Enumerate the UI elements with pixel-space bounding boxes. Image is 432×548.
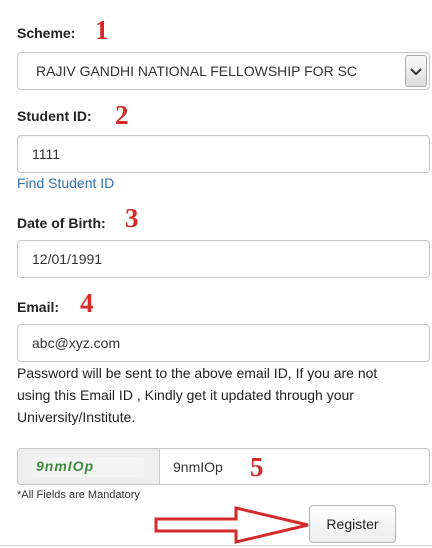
annotation-number-2: 2: [115, 100, 129, 130]
captcha-group: 9nmIOp 9nmIOp: [17, 448, 430, 485]
email-help-text: Password will be sent to the above email…: [17, 362, 429, 428]
scheme-select[interactable]: RAJIV GANDHI NATIONAL FELLOWSHIP FOR SC: [17, 52, 430, 90]
dob-input[interactable]: 12/01/1991: [17, 240, 430, 278]
email-help-line: Password will be sent to the above email…: [17, 365, 378, 381]
register-button[interactable]: Register: [309, 505, 396, 543]
annotation-number-3: 3: [125, 203, 139, 233]
captcha-input[interactable]: 9nmIOp: [160, 449, 429, 484]
bottom-divider: [0, 545, 432, 546]
captcha-addon: 9nmIOp: [18, 449, 160, 484]
right-arrow-icon: [154, 506, 309, 544]
dob-label: Date of Birth:: [17, 215, 106, 231]
email-help-line: University/Institute.: [17, 409, 136, 425]
annotation-number-4: 4: [80, 288, 94, 318]
email-value: abc@xyz.com: [32, 335, 121, 351]
email-help-line: using this Email ID , Kindly get it upda…: [17, 387, 354, 403]
captcha-image-text: 9nmIOp: [36, 458, 95, 474]
scheme-label: Scheme:: [17, 25, 76, 41]
student-id-value: 1111: [32, 146, 61, 162]
student-id-label: Student ID:: [17, 108, 92, 124]
annotation-number-5: 5: [250, 452, 264, 482]
captcha-value: 9nmIOp: [173, 458, 223, 475]
chevron-down-icon[interactable]: [405, 55, 427, 87]
dob-value: 12/01/1991: [32, 251, 103, 267]
find-student-id-link[interactable]: Find Student ID: [17, 175, 114, 191]
captcha-image: 9nmIOp: [32, 457, 144, 477]
email-label: Email:: [17, 299, 60, 315]
email-input[interactable]: abc@xyz.com: [17, 324, 430, 362]
mandatory-note: *All Fields are Mandatory: [17, 489, 140, 501]
scheme-selected-value: RAJIV GANDHI NATIONAL FELLOWSHIP FOR SC: [36, 63, 358, 79]
annotation-number-1: 1: [95, 15, 109, 45]
student-id-input[interactable]: 1111: [17, 135, 430, 173]
